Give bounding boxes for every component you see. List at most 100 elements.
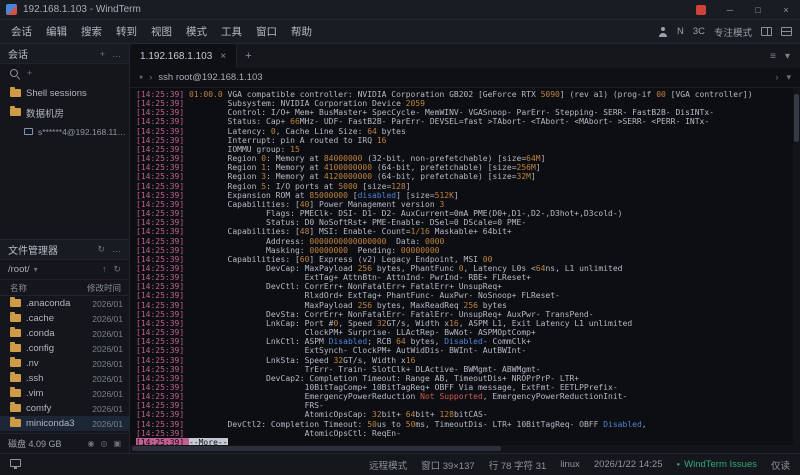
terminal-line: [14:25:39] Interrupt: pin A routed to IR… <box>136 136 790 145</box>
menu-item[interactable]: 视图 <box>144 21 179 42</box>
new-tab-button[interactable]: + <box>237 50 259 62</box>
menu-item[interactable]: 会话 <box>4 21 39 42</box>
terminal-monitor-icon[interactable] <box>10 459 21 467</box>
current-path[interactable]: /root/ <box>8 264 30 275</box>
file-row[interactable]: comfy2026/01 <box>0 401 129 416</box>
bc-chevron-down-icon[interactable]: ▾ <box>786 72 791 83</box>
horizontal-scrollbar[interactable] <box>130 445 800 453</box>
files-more-icon[interactable]: … <box>112 244 121 255</box>
terminal-line: [14:25:39] LnkSta: Speed 32GT/s, Width x… <box>136 356 790 365</box>
file-name: comfy <box>26 403 87 414</box>
terminal-line: [14:25:39] 01:00.0 VGA compatible contro… <box>136 90 790 99</box>
window-title: 192.168.1.103 - WindTerm <box>23 4 141 15</box>
terminal-line: [14:25:39] 10BitTagComp+ 10BitTagReq+ OB… <box>136 383 790 392</box>
file-modified-date: 2026/01 <box>92 329 123 339</box>
notification-badge-icon[interactable] <box>696 5 706 15</box>
tree-session[interactable]: s******4@192.168.110.10 <box>0 122 129 141</box>
path-refresh-icon[interactable]: ↻ <box>113 264 121 275</box>
menu-item[interactable]: 转到 <box>109 21 144 42</box>
minimize-button[interactable]: ─ <box>716 0 744 19</box>
terminal-line: [14:25:39] Expansion ROM at 85000000 [di… <box>136 191 790 200</box>
maximize-button[interactable]: □ <box>744 0 772 19</box>
tree-folder[interactable]: Shell sessions <box>0 84 129 103</box>
sessions-more-icon[interactable]: … <box>112 49 121 59</box>
badge-3c[interactable]: 3C <box>693 26 705 37</box>
tree-folder[interactable]: 数据机房 <box>0 103 129 122</box>
breadcrumb-session[interactable]: ssh root@192.168.1.103 <box>158 72 262 83</box>
close-button[interactable]: × <box>772 0 800 19</box>
path-chevron-down-icon[interactable]: ▾ <box>34 265 38 274</box>
terminal-line: [14:25:39] Flags: PMEClk- DSI- D1- D2- A… <box>136 209 790 218</box>
user-account-icon[interactable] <box>658 27 668 37</box>
footer-search-icon[interactable]: ◎ <box>100 439 107 448</box>
terminal-line: [14:25:39] Capabilities: [60] Express (v… <box>136 255 790 264</box>
terminal-line: [14:25:39] Control: I/O+ Mem+ BusMaster+… <box>136 108 790 117</box>
status-mode[interactable]: 远程模式 <box>369 458 407 472</box>
files-refresh-icon[interactable]: ↻ <box>97 244 105 255</box>
files-panel-header: 文件管理器 ↻ … <box>0 240 129 260</box>
file-row[interactable]: .config2026/01 <box>0 341 129 356</box>
menu-item[interactable]: 模式 <box>179 21 214 42</box>
menu-item[interactable]: 窗口 <box>249 21 284 42</box>
files-header-icons: ↻ … <box>97 244 121 255</box>
windterm-window: 192.168.1.103 - WindTerm ─ □ × 会话编辑搜索转到视… <box>0 0 800 475</box>
status-windterm-issues[interactable]: ● WindTerm Issues <box>677 459 757 470</box>
issues-label: WindTerm Issues <box>684 459 757 470</box>
bc-chevron-right-icon[interactable]: › <box>775 72 778 83</box>
breadcrumb: ● › ssh root@192.168.1.103 › ▾ <box>130 68 800 88</box>
badge-n[interactable]: N <box>677 26 684 37</box>
tab-session[interactable]: 1.192.168.1.103 × <box>130 44 237 68</box>
terminal-line: [14:25:39] Masking: 00000000 Pending: 00… <box>136 246 790 255</box>
footer-pin-icon[interactable]: ◉ <box>87 439 94 448</box>
file-row[interactable]: .ssh2026/01 <box>0 371 129 386</box>
file-name: .vim <box>26 388 87 399</box>
tab-list-icon[interactable]: ≡ <box>770 51 776 62</box>
session-status-dot-icon: ● <box>139 74 143 81</box>
column-name[interactable]: 名称 <box>10 282 27 294</box>
file-row[interactable]: .cache2026/01 <box>0 311 129 326</box>
terminal-line: [14:25:39] LnkCap: Port #0, Speed 32GT/s… <box>136 319 790 328</box>
vertical-scrollbar[interactable] <box>793 88 800 445</box>
file-row[interactable]: .anaconda2026/01 <box>0 296 129 311</box>
terminal-line: [14:25:39] LnkCtl: ASPM Disabled; RCB 64… <box>136 337 790 346</box>
terminal-line: [14:25:39] Capabilities: [48] MSI: Enabl… <box>136 227 790 236</box>
terminal[interactable]: [14:25:39] 01:00.0 VGA compatible contro… <box>130 88 800 445</box>
terminal-line: [14:25:39] DevSta: CorrErr+ NonFatalErr-… <box>136 310 790 319</box>
terminal-line: [14:25:39] IOMMU group: 15 <box>136 145 790 154</box>
search-icon[interactable] <box>10 69 19 78</box>
new-session-icon[interactable]: + <box>27 68 32 78</box>
horizontal-scrollbar-thumb[interactable] <box>132 446 501 451</box>
menu-item[interactable]: 工具 <box>214 21 249 42</box>
split-vertical-icon[interactable] <box>761 27 772 36</box>
menu-item[interactable]: 编辑 <box>39 21 74 42</box>
sessions-add-icon[interactable]: + <box>100 49 105 59</box>
status-window-size[interactable]: 窗口 39×137 <box>421 458 475 472</box>
footer-grid-icon[interactable]: ▣ <box>113 439 121 448</box>
split-horizontal-icon[interactable] <box>781 27 792 36</box>
terminal-line: [14:25:39] AtomicOpsCtl: ReqEn- <box>136 429 790 438</box>
tab-close-icon[interactable]: × <box>220 51 226 62</box>
status-readonly[interactable]: 仅读 <box>771 458 790 472</box>
up-directory-icon[interactable]: ↑ <box>102 264 107 275</box>
menu-item[interactable]: 搜索 <box>74 21 109 42</box>
terminal-line: [14:25:39] DevCtl2: Completion Timeout: … <box>136 420 790 429</box>
footer-icons: ◉ ◎ ▣ <box>87 439 121 448</box>
file-row[interactable]: miniconda32026/01 <box>0 416 129 431</box>
tree-item-label: s******4@192.168.110.10 <box>38 127 129 137</box>
file-row[interactable]: .conda2026/01 <box>0 326 129 341</box>
file-row[interactable]: .vim2026/01 <box>0 386 129 401</box>
status-datetime[interactable]: 2026/1/22 14:25 <box>594 459 663 470</box>
sessions-panel-header: 会话 + … <box>0 44 129 64</box>
terminal-line: [14:25:39] Capabilities: [40] Power Mana… <box>136 200 790 209</box>
status-cursor-position[interactable]: 行 78 字符 31 <box>489 458 547 472</box>
file-row[interactable]: .nv2026/01 <box>0 356 129 371</box>
folder-icon <box>10 419 21 427</box>
vertical-scrollbar-thumb[interactable] <box>794 94 799 142</box>
menubar: 会话编辑搜索转到视图模式工具窗口帮助 N 3C 专注模式 <box>0 20 800 44</box>
terminal-line: [14:25:39] ClockPM+ Surprise- LLActRep- … <box>136 328 790 337</box>
focus-mode-label[interactable]: 专注模式 <box>714 25 752 39</box>
tab-chevron-down-icon[interactable]: ▾ <box>785 51 790 62</box>
menu-item[interactable]: 帮助 <box>284 21 319 42</box>
column-modified[interactable]: 修改时间 <box>87 282 121 294</box>
status-os[interactable]: linux <box>560 459 580 470</box>
